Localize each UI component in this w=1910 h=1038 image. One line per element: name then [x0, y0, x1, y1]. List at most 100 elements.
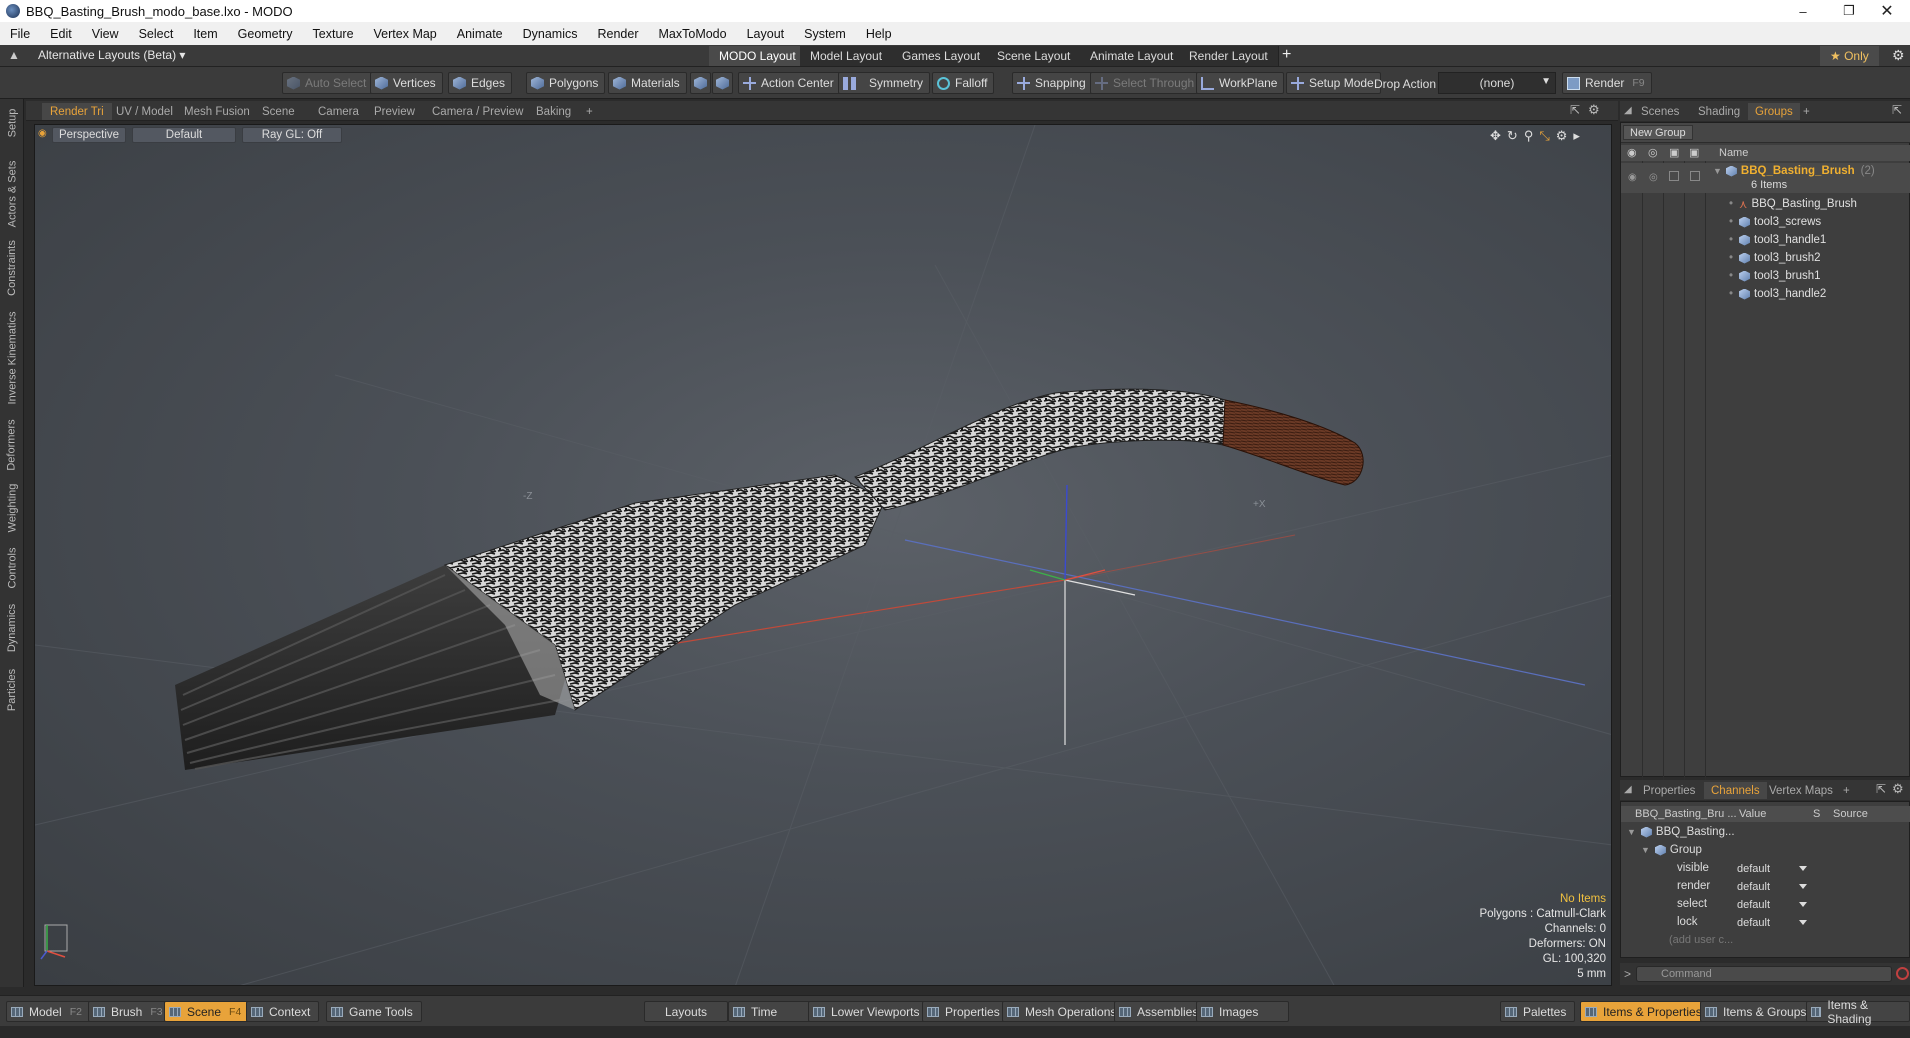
minimize-icon[interactable]: –: [1780, 0, 1826, 22]
menu-system[interactable]: System: [794, 27, 856, 41]
tab-render-tri[interactable]: Render Tri: [42, 103, 112, 120]
rotate-icon[interactable]: ↻: [1507, 128, 1518, 144]
viewport-gear-icon[interactable]: ⚙: [1588, 102, 1600, 118]
close-icon[interactable]: ✕: [1864, 0, 1910, 22]
panel-menu-icon[interactable]: ◢: [1624, 105, 1632, 116]
tab-baking[interactable]: Baking: [528, 103, 579, 120]
vtab-weighting[interactable]: Weighting: [3, 479, 21, 537]
layouts-button[interactable]: Layouts: [644, 1001, 729, 1022]
ray-gl-button[interactable]: Ray GL: Off: [242, 127, 342, 143]
lower-viewports-button[interactable]: Lower Viewports: [808, 1001, 929, 1022]
vtab-controls[interactable]: Controls: [3, 542, 21, 594]
assemblies-button[interactable]: Assemblies: [1114, 1001, 1208, 1022]
render-button[interactable]: Render F9: [1562, 72, 1652, 94]
select-through-button[interactable]: Select Through: [1090, 72, 1202, 94]
3d-viewport[interactable]: -Z +X: [34, 124, 1612, 986]
vtab-constraints[interactable]: Constraints: [3, 237, 21, 299]
row-lock-checkbox[interactable]: [1669, 171, 1679, 181]
setup-mode-button[interactable]: Setup Mode: [1286, 72, 1381, 94]
tab-mesh-fusion[interactable]: Mesh Fusion: [176, 103, 258, 120]
auto-select-button[interactable]: Auto Select: [282, 72, 374, 94]
vertices-button[interactable]: Vertices: [370, 72, 443, 94]
menu-edit[interactable]: Edit: [40, 27, 82, 41]
tab-scene-layout[interactable]: Scene Layout: [987, 46, 1082, 66]
record-icon[interactable]: [1896, 967, 1909, 980]
tab-animate-layout[interactable]: Animate Layout: [1080, 46, 1185, 66]
menu-geometry[interactable]: Geometry: [228, 27, 303, 41]
tab-shading[interactable]: Shading: [1691, 103, 1747, 120]
context-button[interactable]: Context: [246, 1001, 320, 1022]
add-props-tab-button[interactable]: +: [1836, 782, 1857, 799]
items-shading-button[interactable]: Items & Shading: [1806, 998, 1910, 1026]
visibility-eye-icon[interactable]: ◉: [1627, 146, 1637, 159]
channels-s-column[interactable]: S: [1813, 808, 1820, 820]
group-child-row[interactable]: • tool3_screws: [1729, 214, 1821, 230]
model-button[interactable]: Model F2: [6, 1001, 91, 1022]
play-icon[interactable]: ▸: [1573, 128, 1580, 144]
materials-button[interactable]: Materials: [608, 72, 687, 94]
group-child-row[interactable]: • tool3_brush2: [1729, 250, 1821, 266]
tab-properties[interactable]: Properties: [1636, 782, 1702, 799]
channel-value-select[interactable]: default: [1737, 861, 1811, 876]
row-visibility-icon[interactable]: ◉: [1628, 172, 1637, 183]
collapse-icon[interactable]: ▲: [8, 48, 20, 62]
tab-model-layout[interactable]: Model Layout: [800, 46, 894, 66]
select-mode-a-button[interactable]: [690, 72, 711, 94]
menu-view[interactable]: View: [82, 27, 129, 41]
group-child-row[interactable]: • tool3_handle2: [1729, 286, 1826, 302]
tab-games-layout[interactable]: Games Layout: [892, 46, 992, 66]
group-child-row[interactable]: • tool3_handle1: [1729, 232, 1826, 248]
scene-button[interactable]: Scene F4: [164, 1001, 251, 1022]
shading-style-button[interactable]: Default: [132, 127, 236, 143]
menu-texture[interactable]: Texture: [303, 27, 364, 41]
group-root-label[interactable]: ▼ BBQ_Basting_Brush (2): [1713, 163, 1875, 179]
game-tools-button[interactable]: Game Tools: [326, 1001, 422, 1022]
tab-scene[interactable]: Scene: [254, 103, 303, 120]
channels-source-column[interactable]: Source: [1833, 808, 1868, 820]
tab-camera-preview[interactable]: Camera / Preview: [424, 103, 531, 120]
menu-help[interactable]: Help: [856, 27, 902, 41]
tab-vertex-maps[interactable]: Vertex Maps: [1762, 782, 1840, 799]
vtab-deformers[interactable]: Deformers: [3, 417, 21, 473]
panel-menu-icon[interactable]: ◢: [1624, 784, 1632, 795]
tab-groups[interactable]: Groups: [1748, 103, 1800, 120]
new-group-button[interactable]: New Group: [1623, 125, 1693, 140]
menu-dynamics[interactable]: Dynamics: [513, 27, 588, 41]
menu-vertex-map[interactable]: Vertex Map: [364, 27, 447, 41]
menu-animate[interactable]: Animate: [447, 27, 513, 41]
menu-render[interactable]: Render: [588, 27, 649, 41]
channels-value-column[interactable]: Value: [1739, 808, 1766, 820]
tab-channels[interactable]: Channels: [1704, 782, 1767, 799]
tab-scenes[interactable]: Scenes: [1634, 103, 1686, 120]
mesh-operations-button[interactable]: Mesh Operations: [1002, 1001, 1126, 1022]
only-toggle[interactable]: ★ Only: [1820, 46, 1879, 66]
maximize-panel-icon[interactable]: ⇱: [1892, 103, 1902, 117]
name-column-header[interactable]: Name: [1719, 147, 1748, 159]
vtab-inverse-kinematics[interactable]: Inverse Kinematics: [3, 304, 21, 412]
pan-icon[interactable]: ✥: [1490, 128, 1501, 144]
snapping-button[interactable]: Snapping: [1012, 72, 1093, 94]
expand-icon[interactable]: ▼: [1641, 845, 1650, 855]
group-child-row[interactable]: • tool3_brush1: [1729, 268, 1821, 284]
channel-group-row[interactable]: ▼ Group: [1641, 842, 1702, 858]
vtab-actors-sets[interactable]: Actors & Sets: [3, 159, 21, 229]
add-panel-tab-button[interactable]: +: [1796, 103, 1817, 120]
menu-item[interactable]: Item: [183, 27, 227, 41]
time-button[interactable]: Time: [728, 1001, 819, 1022]
items-properties-button[interactable]: Items & Properties: [1580, 1001, 1711, 1022]
viewport-settings-icon[interactable]: ⚙: [1556, 128, 1568, 144]
images-button[interactable]: Images: [1196, 1001, 1290, 1022]
channel-value-select[interactable]: default: [1737, 897, 1811, 912]
drop-action-select[interactable]: (none) ▼: [1438, 72, 1556, 94]
expand-icon[interactable]: ▼: [1713, 166, 1722, 176]
row-select-checkbox[interactable]: [1690, 171, 1700, 181]
add-viewport-tab-button[interactable]: +: [578, 103, 601, 120]
group-child-row[interactable]: • ⋏ BBQ_Basting_Brush: [1729, 196, 1857, 212]
menu-layout[interactable]: Layout: [737, 27, 795, 41]
items-groups-button[interactable]: Items & Groups: [1700, 1001, 1816, 1022]
command-input[interactable]: Command: [1636, 966, 1892, 982]
polygons-button[interactable]: Polygons: [526, 72, 606, 94]
expand-icon[interactable]: ▼: [1627, 827, 1636, 837]
channel-value-select[interactable]: default: [1737, 915, 1811, 930]
brush-button[interactable]: Brush F3: [88, 1001, 172, 1022]
